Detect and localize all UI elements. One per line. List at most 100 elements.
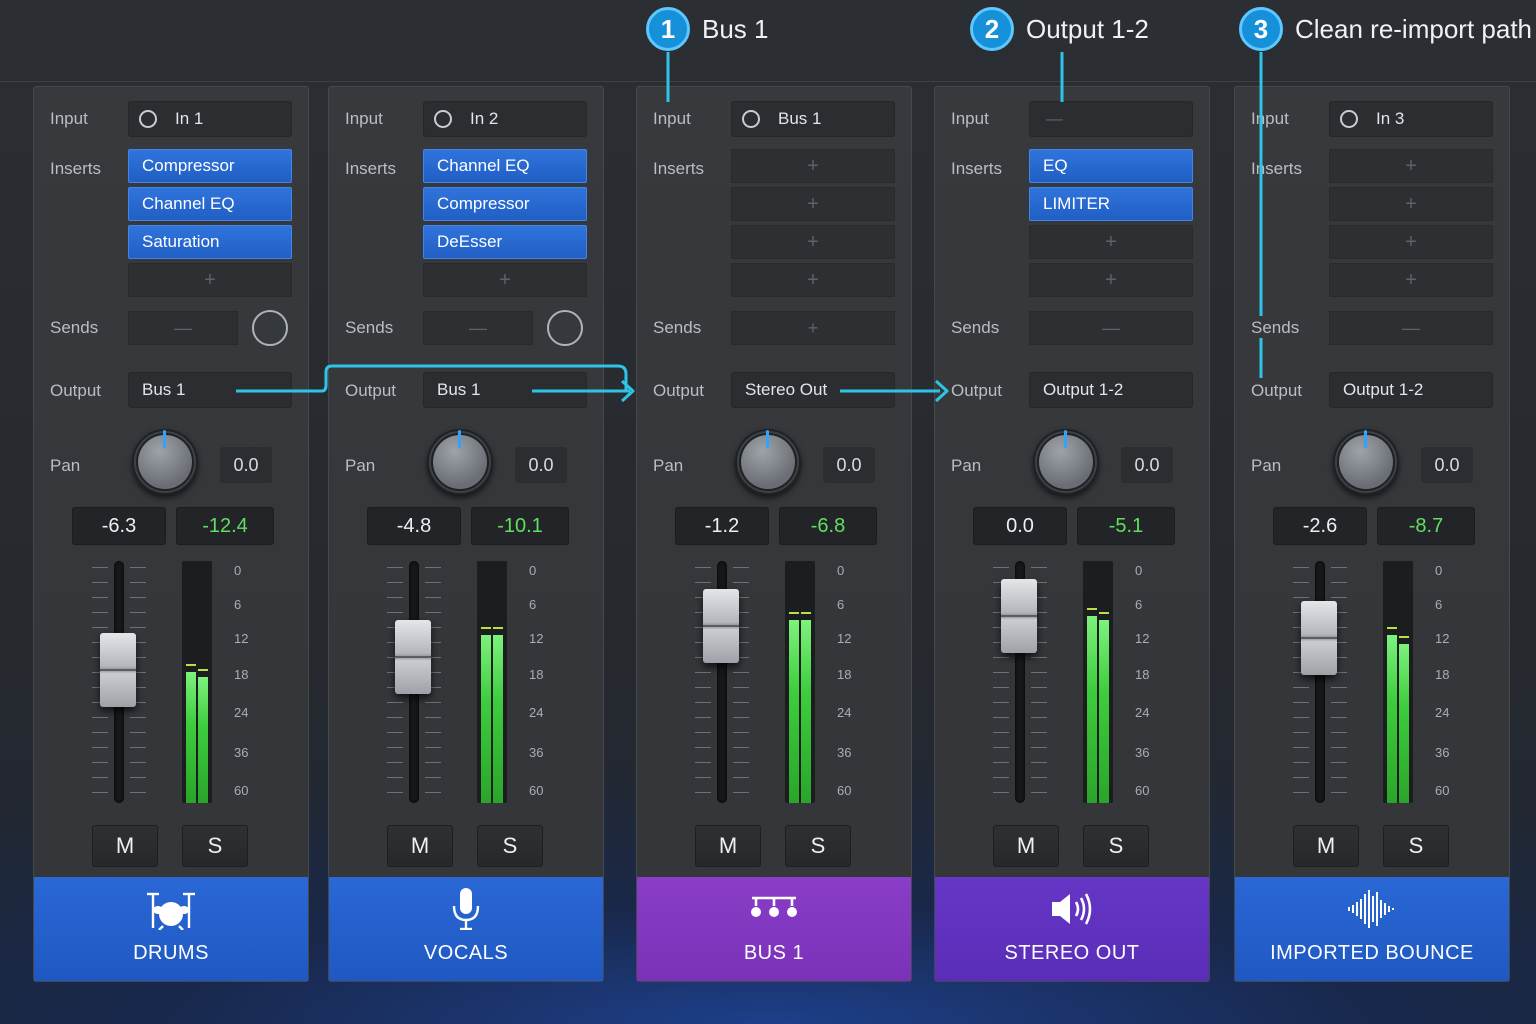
fader-handle[interactable] xyxy=(100,633,136,707)
pan-value[interactable]: 0.0 xyxy=(823,447,875,483)
callout-number: 1 xyxy=(646,7,690,51)
solo-button[interactable]: S xyxy=(1083,825,1149,867)
meter-scale-label: 0 xyxy=(1135,563,1143,578)
pan-value[interactable]: 0.0 xyxy=(220,447,272,483)
output-selector[interactable]: Stereo Out xyxy=(731,372,895,408)
input-selector[interactable]: In 1 xyxy=(128,101,292,137)
arrowhead xyxy=(620,379,635,403)
peak-readout[interactable]: -12.4 xyxy=(176,507,274,545)
fader-handle[interactable] xyxy=(1301,601,1337,675)
empty-insert-slot[interactable]: + xyxy=(128,263,292,297)
output-selector[interactable]: Output 1-2 xyxy=(1029,372,1193,408)
solo-button[interactable]: S xyxy=(1383,825,1449,867)
inserts-label: Inserts xyxy=(1251,159,1303,178)
pan-value[interactable]: 0.0 xyxy=(515,447,567,483)
empty-insert-slot[interactable]: + xyxy=(731,149,895,183)
peak-readout[interactable]: -10.1 xyxy=(471,507,569,545)
pan-label: Pan xyxy=(951,456,982,475)
empty-insert-slot[interactable]: + xyxy=(1329,187,1493,221)
solo-button[interactable]: S xyxy=(477,825,543,867)
input-selector[interactable]: In 3 xyxy=(1329,101,1493,137)
send-slot[interactable]: — xyxy=(128,311,238,345)
pan-knob[interactable] xyxy=(735,429,801,495)
output-selector[interactable]: Output 1-2 xyxy=(1329,372,1493,408)
volume-readout[interactable]: -1.2 xyxy=(675,507,769,545)
insert-slot-compressor[interactable]: Compressor xyxy=(423,187,587,221)
empty-insert-slot[interactable]: + xyxy=(1329,263,1493,297)
send-slot[interactable]: — xyxy=(1029,311,1193,345)
meter-scale-label: 6 xyxy=(1435,597,1443,612)
pan-knob[interactable] xyxy=(132,429,198,495)
send-slot[interactable]: — xyxy=(423,311,533,345)
empty-insert-slot[interactable]: + xyxy=(1329,225,1493,259)
empty-insert-slot[interactable]: + xyxy=(731,225,895,259)
insert-slot-limiter[interactable]: LIMITER xyxy=(1029,187,1193,221)
output-selector[interactable]: Bus 1 xyxy=(128,372,292,408)
volume-fader[interactable] xyxy=(1291,561,1351,807)
volume-fader[interactable] xyxy=(693,561,753,807)
track-name-bar[interactable]: IMPORTED BOUNCE xyxy=(1235,877,1509,981)
peak-readout[interactable]: -8.7 xyxy=(1377,507,1475,545)
mute-button[interactable]: M xyxy=(993,825,1059,867)
peak-readout[interactable]: -6.8 xyxy=(779,507,877,545)
mute-button[interactable]: M xyxy=(92,825,158,867)
meter-scale-label: 6 xyxy=(837,597,845,612)
pan-label: Pan xyxy=(50,456,81,475)
pan-indicator xyxy=(766,430,769,448)
insert-slot-eq[interactable]: EQ xyxy=(1029,149,1193,183)
insert-slot-saturation[interactable]: Saturation xyxy=(128,225,292,259)
volume-readout[interactable]: -6.3 xyxy=(72,507,166,545)
volume-readout[interactable]: -4.8 xyxy=(367,507,461,545)
fader-handle[interactable] xyxy=(395,620,431,694)
empty-insert-slot[interactable]: + xyxy=(423,263,587,297)
track-name-bar[interactable]: VOCALS xyxy=(329,877,603,981)
input-selector[interactable]: — xyxy=(1029,101,1193,137)
pan-knob[interactable] xyxy=(1033,429,1099,495)
meter-scale-label: 12 xyxy=(837,631,852,646)
insert-slot-channel-eq[interactable]: Channel EQ xyxy=(128,187,292,221)
empty-insert-slot[interactable]: + xyxy=(1329,149,1493,183)
input-selector[interactable]: In 2 xyxy=(423,101,587,137)
pan-knob[interactable] xyxy=(427,429,493,495)
radio-icon xyxy=(434,110,452,128)
pan-knob[interactable] xyxy=(1333,429,1399,495)
channel-strip-drums: Input In 1 Inserts Compressor Channel EQ Satu… xyxy=(33,86,309,982)
track-name-bar[interactable]: DRUMS xyxy=(34,877,308,981)
insert-slot-deesser[interactable]: DeEsser xyxy=(423,225,587,259)
fader-handle[interactable] xyxy=(1001,579,1037,653)
meter-scale-label: 12 xyxy=(1135,631,1150,646)
input-selector[interactable]: Bus 1 xyxy=(731,101,895,137)
insert-slot-compressor[interactable]: Compressor xyxy=(128,149,292,183)
insert-slot-channel-eq[interactable]: Channel EQ xyxy=(423,149,587,183)
callout-2: 2 Output 1-2 xyxy=(970,7,1149,51)
send-slot[interactable]: + xyxy=(731,311,895,345)
peak-hold-indicator xyxy=(789,612,799,614)
empty-insert-slot[interactable]: + xyxy=(731,263,895,297)
empty-insert-slot[interactable]: + xyxy=(1029,263,1193,297)
send-slot[interactable]: — xyxy=(1329,311,1493,345)
mute-button[interactable]: M xyxy=(695,825,761,867)
send-level-knob[interactable] xyxy=(547,310,583,346)
inserts-label: Inserts xyxy=(345,159,397,178)
mute-button[interactable]: M xyxy=(1293,825,1359,867)
send-level-knob[interactable] xyxy=(252,310,288,346)
track-name-bar[interactable]: BUS 1 xyxy=(637,877,911,981)
volume-fader[interactable] xyxy=(385,561,445,807)
volume-readout[interactable]: 0.0 xyxy=(973,507,1067,545)
volume-readout[interactable]: -2.6 xyxy=(1273,507,1367,545)
volume-fader[interactable] xyxy=(90,561,150,807)
empty-insert-slot[interactable]: + xyxy=(731,187,895,221)
track-name-bar[interactable]: STEREO OUT xyxy=(935,877,1209,981)
empty-insert-slot[interactable]: + xyxy=(1029,225,1193,259)
peak-hold-indicator xyxy=(186,664,196,666)
pan-value[interactable]: 0.0 xyxy=(1421,447,1473,483)
volume-fader[interactable] xyxy=(991,561,1051,807)
output-selector[interactable]: Bus 1 xyxy=(423,372,587,408)
peak-hold-indicator xyxy=(1399,636,1409,638)
peak-readout[interactable]: -5.1 xyxy=(1077,507,1175,545)
solo-button[interactable]: S xyxy=(785,825,851,867)
solo-button[interactable]: S xyxy=(182,825,248,867)
fader-handle[interactable] xyxy=(703,589,739,663)
mute-button[interactable]: M xyxy=(387,825,453,867)
pan-value[interactable]: 0.0 xyxy=(1121,447,1173,483)
